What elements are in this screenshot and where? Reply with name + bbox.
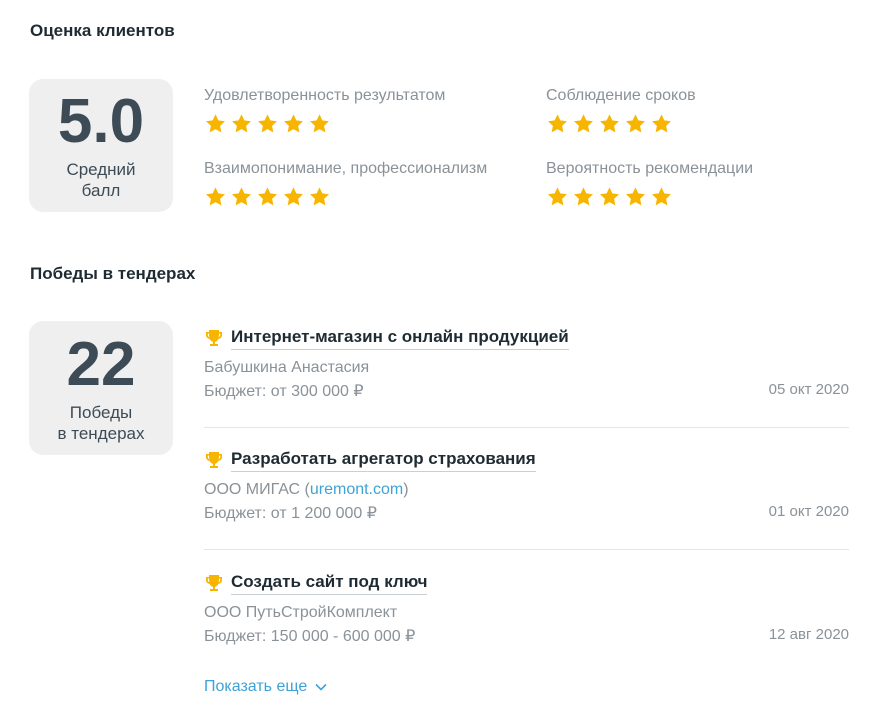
star-icon [574, 114, 593, 133]
divider [204, 549, 849, 550]
tender-date: 12 авг 2020 [768, 626, 849, 643]
star-rating [204, 113, 445, 135]
criterion-label: Соблюдение сроков [546, 87, 696, 104]
star-icon [626, 187, 645, 206]
tenders-section-title: Победы в тендерах [30, 264, 196, 283]
star-icon [206, 114, 225, 133]
star-icon [548, 114, 567, 133]
star-icon [310, 114, 329, 133]
tender-title-link[interactable]: Интернет-магазин с онлайн продукцией [231, 327, 569, 350]
star-icon [310, 187, 329, 206]
tender-budget: Бюджет: от 300 000 ₽ [204, 383, 364, 400]
star-icon [284, 187, 303, 206]
criterion-recommendation: Вероятность рекомендации [546, 160, 753, 208]
ratings-section-title: Оценка клиентов [30, 21, 175, 40]
star-icon [600, 114, 619, 133]
star-icon [232, 114, 251, 133]
criterion-satisfaction: Удовлетворенность результатом [204, 87, 445, 135]
trophy-icon [206, 330, 222, 346]
average-score-label-line2: балл [81, 181, 121, 200]
tender-item: Интернет-магазин с онлайн продукцией Баб… [204, 325, 849, 401]
criterion-professionalism: Взаимопонимание, профессионализм [204, 160, 487, 208]
criterion-deadlines: Соблюдение сроков [546, 87, 696, 135]
tender-wins-count: 22 [66, 330, 136, 399]
tender-client: ООО ПутьСтройКомплект [204, 604, 398, 621]
star-icon [574, 187, 593, 206]
star-icon [284, 114, 303, 133]
star-icon [206, 187, 225, 206]
client-website-link[interactable]: uremont.com [310, 481, 403, 498]
star-icon [652, 187, 671, 206]
show-more-label: Показать еще [204, 678, 308, 695]
star-icon [258, 114, 277, 133]
tender-client: Бабушкина Анастасия [204, 359, 370, 376]
average-score-label-line1: Средний [66, 160, 136, 179]
star-icon [652, 114, 671, 133]
tender-client: ООО МИГАС (uremont.com) [204, 481, 849, 499]
tender-client-suffix: ) [403, 481, 409, 498]
trophy-icon [206, 575, 222, 591]
tender-title-link[interactable]: Создать сайт под ключ [231, 572, 428, 595]
criterion-label: Взаимопонимание, профессионализм [204, 160, 488, 177]
star-icon [600, 187, 619, 206]
tender-title-link[interactable]: Разработать агрегатор страхования [231, 449, 536, 472]
tender-date: 01 окт 2020 [768, 503, 849, 520]
tender-wins-label-line1: Победы [69, 403, 133, 422]
trophy-icon [206, 452, 222, 468]
criterion-label: Вероятность рекомендации [546, 160, 754, 177]
tender-item: Создать сайт под ключ ООО ПутьСтройКомпл… [204, 570, 849, 646]
tender-wins-label-line2: в тендерах [57, 424, 145, 443]
star-rating [204, 186, 487, 208]
tender-client-name: ООО МИГАС ( [204, 481, 310, 498]
tender-budget: Бюджет: от 1 200 000 ₽ [204, 505, 377, 522]
star-icon [626, 114, 645, 133]
tender-item: Разработать агрегатор страхования ООО МИ… [204, 447, 849, 523]
star-rating [546, 113, 696, 135]
star-icon [232, 187, 251, 206]
star-rating [546, 186, 753, 208]
divider [204, 427, 849, 428]
star-icon [258, 187, 277, 206]
chevron-down-icon [315, 683, 327, 691]
star-icon [548, 187, 567, 206]
tender-budget: Бюджет: 150 000 - 600 000 ₽ [204, 628, 416, 645]
tender-wins-card: 22 Победы в тендерах [29, 321, 173, 455]
average-score-value: 5.0 [57, 87, 145, 156]
average-score-card: 5.0 Средний балл [29, 79, 173, 212]
show-more-button[interactable]: Показать еще [204, 678, 327, 696]
tender-date: 05 окт 2020 [768, 381, 849, 398]
criterion-label: Удовлетворенность результатом [204, 87, 446, 104]
